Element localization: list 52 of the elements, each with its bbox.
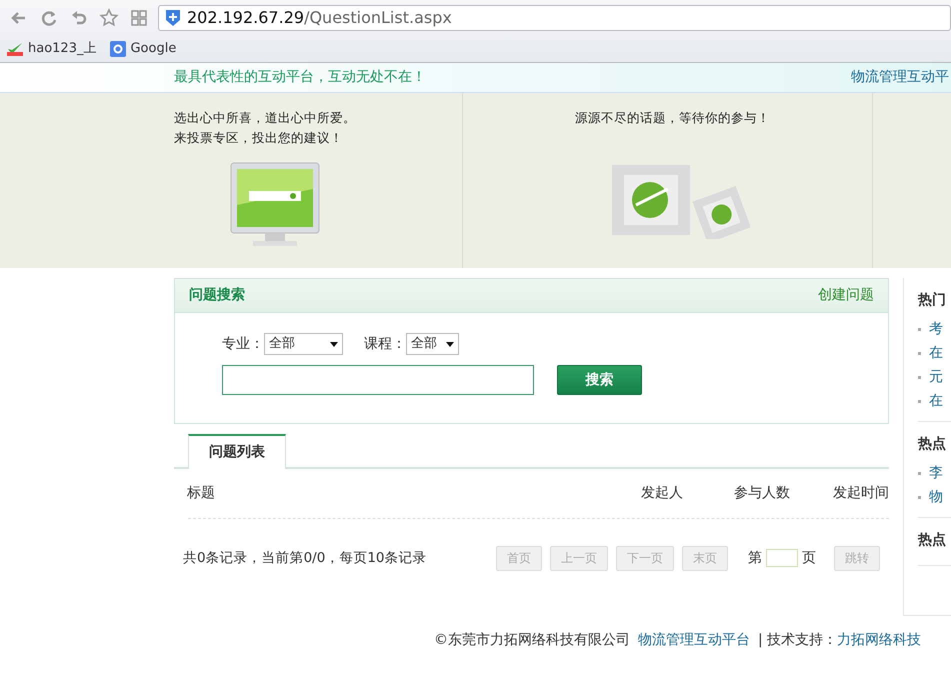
bookmark[interactable]: hao123_上 [6,39,96,59]
dropdown[interactable]: 全部 [406,333,459,355]
sidebar-link[interactable]: 物 [929,489,943,505]
slogan: 最具代表性的互动平台，互动无处不在！ [174,68,426,87]
apps-icon [128,7,150,29]
bullet-icon [918,376,921,379]
url-text: 202.192.67.29/QuestionList.aspx [187,7,452,29]
panel-title: 问题搜索 [189,286,245,305]
tab[interactable]: 问题列表 [188,434,286,469]
field-label: 课程： [364,334,406,354]
shield-icon [165,9,181,27]
sidebar-link[interactable]: 考 [929,321,943,337]
search-button[interactable]: 搜索 [557,365,642,395]
sidebar-link[interactable]: 李 [929,465,943,481]
search-field[interactable] [222,365,534,395]
dropdown[interactable]: 全部 [264,333,343,355]
bullet-icon [918,352,921,355]
banner-text: 选出心中所喜，道出心中所爱。来投票专区，投出您的建议！ [174,109,357,147]
bullet-icon [918,496,921,499]
banner-text: 源源不尽的话题，等待你的参与！ [575,109,771,127]
sidebar-heading: 热点 [918,531,947,550]
star-icon [98,7,120,29]
bullet-icon [918,400,921,403]
apps-button[interactable] [128,7,150,29]
column-header: 发起时间 [832,484,889,503]
sidebar-heading: 热点 [918,435,947,454]
support-label: | 技术支持： [758,631,838,650]
bullet-icon [918,328,921,331]
column-header: 发起人 [640,484,684,503]
copyright-text: ©东莞市力拓网络科技有限公司 [434,631,630,650]
page-label: 第 [748,548,762,568]
site-title[interactable]: 物流管理互动平 [851,67,949,88]
field-label: 专业： [222,334,264,354]
column-header: 标题 [187,484,216,503]
page-field[interactable] [766,549,798,567]
leaf-icon [6,41,24,57]
create-question-link[interactable]: 创建问题 [818,285,874,306]
sidebar-link[interactable]: 在 [929,393,943,409]
sidebar-heading: 热门 [918,290,947,310]
caret-icon [330,342,338,346]
record-summary: 共0条记录，当前第0/0，每页10条记录 [183,548,426,568]
page-label: 页 [802,548,816,568]
caret-icon [446,342,454,346]
column-header: 参与人数 [733,484,791,503]
bookmark[interactable]: Google [110,39,176,59]
sidebar-link[interactable]: 在 [929,345,943,361]
footer-link[interactable]: 力拓网络科技 [837,630,922,651]
address-bar[interactable]: 202.192.67.29/QuestionList.aspx [158,5,951,31]
sidebar-link[interactable]: 元 [929,369,943,385]
star-button[interactable] [98,7,120,29]
footer-link[interactable]: 物流管理互动平台 [638,630,750,651]
bullet-icon [918,472,921,475]
